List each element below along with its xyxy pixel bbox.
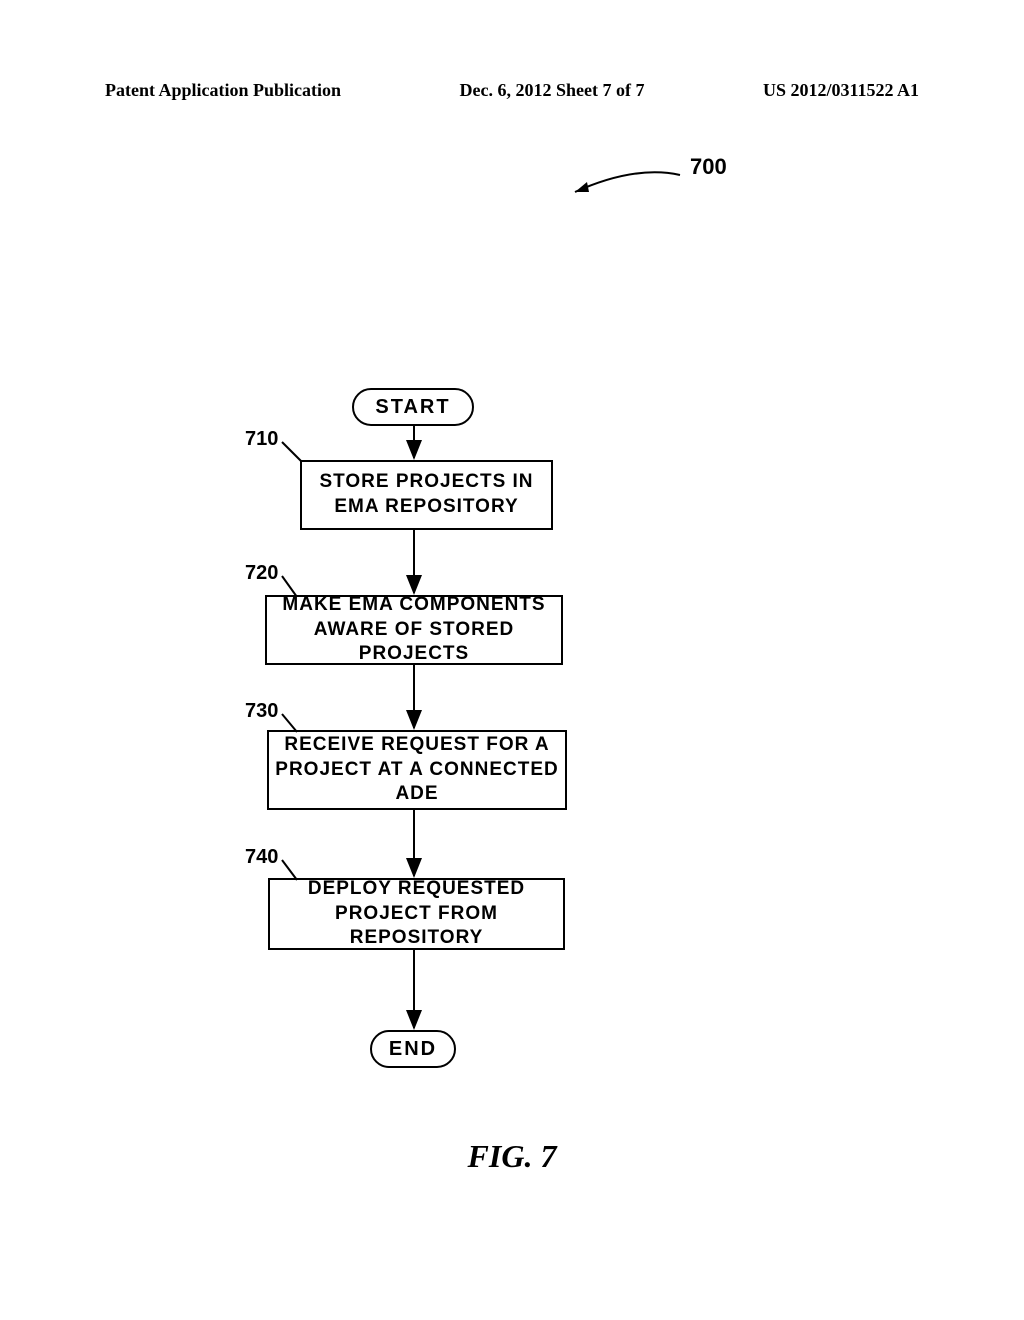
reference-arrow-icon: [565, 160, 685, 200]
step-720: MAKE EMA COMPONENTS AWARE OF STORED PROJ…: [265, 595, 563, 665]
reference-730: 730: [245, 700, 278, 723]
reference-overall: 700: [690, 154, 727, 180]
end-node: END: [370, 1030, 456, 1068]
reference-740: 740: [245, 846, 278, 869]
step-740: DEPLOY REQUESTED PROJECT FROM REPOSITORY: [268, 878, 565, 950]
reference-720: 720: [245, 562, 278, 585]
start-label: START: [375, 396, 450, 419]
figure-area: 700 START 710 STORE PROJECTS IN EMA REPO…: [0, 0, 1024, 1320]
end-label: END: [389, 1038, 437, 1061]
step-720-text: MAKE EMA COMPONENTS AWARE OF STORED PROJ…: [267, 593, 561, 667]
step-710-text: STORE PROJECTS IN EMA REPOSITORY: [302, 470, 551, 519]
start-node: START: [352, 388, 474, 426]
step-740-text: DEPLOY REQUESTED PROJECT FROM REPOSITORY: [270, 877, 563, 951]
step-730-text: RECEIVE REQUEST FOR A PROJECT AT A CONNE…: [269, 733, 565, 807]
step-730: RECEIVE REQUEST FOR A PROJECT AT A CONNE…: [267, 730, 567, 810]
step-710: STORE PROJECTS IN EMA REPOSITORY: [300, 460, 553, 530]
figure-caption: FIG. 7: [0, 1138, 1024, 1175]
reference-710: 710: [245, 428, 278, 451]
